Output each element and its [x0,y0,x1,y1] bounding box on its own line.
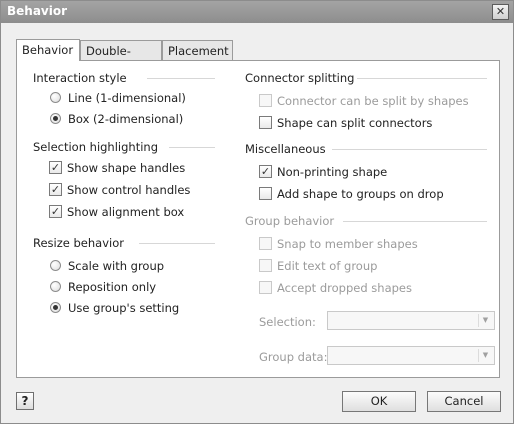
checkbox-checked-icon: ✓ [49,161,62,174]
checkbox-checked-icon: ✓ [259,165,272,178]
checkbox-unchecked-icon [259,187,272,200]
cancel-button[interactable]: Cancel [427,391,501,412]
checkbox-unchecked-icon [259,281,272,294]
group-data-label: Group data: [259,350,328,364]
radio-label: Use group's setting [68,301,180,315]
selection-dropdown[interactable]: ▼ [327,311,495,330]
checkbox-label: Add shape to groups on drop [277,187,444,201]
checkbox-label: Edit text of group [277,259,378,273]
tab-placement[interactable]: Placement [162,40,233,60]
checkbox-label: Shape can split connectors [277,116,433,130]
checkbox-label: Non-printing shape [277,165,388,179]
checkbox-unchecked-icon [259,259,272,272]
checkbox-label: Show alignment box [67,205,185,219]
chevron-down-icon[interactable]: ▼ [478,314,492,327]
divider [343,221,487,222]
title-bar[interactable]: Behavior ✕ [1,1,513,23]
checkbox-unchecked-icon [259,94,272,107]
checkbox-unchecked-icon [259,116,272,129]
radio-label: Box (2-dimensional) [68,112,184,126]
divider [147,78,215,79]
radio-label: Line (1-dimensional) [68,91,186,105]
behavior-dialog: Behavior ✕ Behavior Double-Click Placeme… [0,0,514,424]
chevron-down-icon[interactable]: ▼ [478,349,492,362]
group-data-dropdown[interactable]: ▼ [327,346,495,365]
checkbox-label: Connector can be split by shapes [277,94,469,108]
group-behavior-heading: Group behavior [245,214,335,228]
radio-selected-icon [50,113,61,124]
dialog-title: Behavior [7,4,68,18]
radio-icon [50,92,61,103]
behavior-panel: Interaction style Line (1-dimensional) B… [16,60,500,378]
divider [139,243,215,244]
checkbox-unchecked-icon [259,237,272,250]
checkbox-label: Accept dropped shapes [277,281,412,295]
radio-label: Scale with group [68,259,165,273]
checkbox-checked-icon: ✓ [49,183,62,196]
divider [357,78,487,79]
close-icon[interactable]: ✕ [492,4,509,20]
interaction-style-heading: Interaction style [33,71,127,85]
selection-highlighting-heading: Selection highlighting [33,140,158,154]
checkbox-label: Show shape handles [67,161,186,175]
tab-behavior[interactable]: Behavior [16,39,80,61]
miscellaneous-heading: Miscellaneous [245,142,326,156]
divider [332,149,487,150]
resize-behavior-heading: Resize behavior [33,236,124,250]
ok-button[interactable]: OK [342,391,416,412]
divider [169,147,215,148]
radio-selected-icon [50,302,61,313]
checkbox-label: Show control handles [67,183,191,197]
checkbox-checked-icon: ✓ [49,205,62,218]
checkbox-label: Snap to member shapes [277,237,418,251]
radio-icon [50,260,61,271]
radio-icon [50,281,61,292]
help-icon[interactable]: ? [16,392,34,410]
tab-double-click[interactable]: Double-Click [80,40,162,78]
connector-splitting-heading: Connector splitting [245,71,355,85]
radio-label: Reposition only [68,280,157,294]
selection-label: Selection: [259,315,316,329]
